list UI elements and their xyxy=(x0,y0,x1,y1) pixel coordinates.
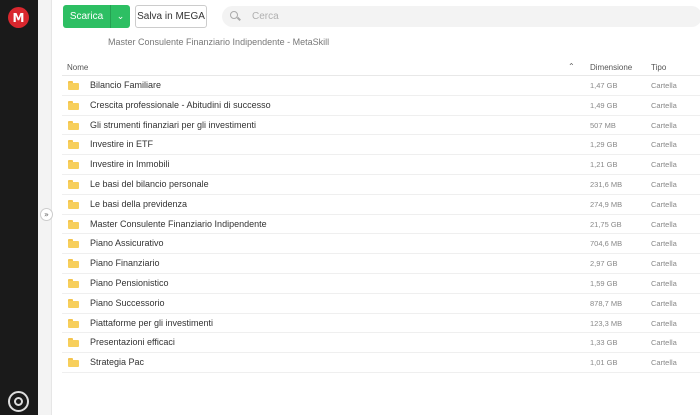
table-row[interactable]: Presentazioni efficaci 1,33 GB Cartella xyxy=(62,333,700,354)
transfer-manager-icon[interactable] xyxy=(8,391,29,412)
file-name: Piattaforme per gli investimenti xyxy=(90,317,214,328)
search-input[interactable]: Cerca xyxy=(222,6,700,27)
file-type: Cartella xyxy=(651,358,677,368)
file-type: Cartella xyxy=(651,179,677,189)
table-row[interactable]: Piano Assicurativo 704,6 MB Cartella xyxy=(62,234,700,255)
file-name: Strategia Pac xyxy=(90,357,145,368)
file-size: 1,47 GB xyxy=(590,81,618,90)
file-type: Cartella xyxy=(651,318,677,328)
save-to-mega-button[interactable]: Salva in MEGA xyxy=(135,5,207,28)
search-icon xyxy=(230,11,241,22)
table-row[interactable]: Master Consulente Finanziario Indipenden… xyxy=(62,215,700,235)
file-name: Piano Pensionistico xyxy=(90,277,169,288)
expand-panel-icon[interactable]: » xyxy=(40,208,53,221)
folder-icon xyxy=(68,358,79,368)
sort-asc-icon[interactable]: ⌃ xyxy=(568,62,575,71)
download-button-label[interactable]: Scarica xyxy=(63,5,110,28)
column-header-size[interactable]: Dimensione xyxy=(590,63,632,72)
table-row[interactable]: Crescita professionale - Abitudini di su… xyxy=(62,96,700,116)
file-size: 704,6 MB xyxy=(590,239,623,249)
folder-icon xyxy=(68,239,79,249)
top-toolbar: Scarica ⌄ Salva in MEGA Cerca xyxy=(52,0,700,35)
table-row[interactable]: Investire in Immobili 1,21 GB Cartella xyxy=(62,155,700,175)
file-name: Investire in ETF xyxy=(90,139,154,150)
folder-icon xyxy=(68,179,79,189)
folder-icon xyxy=(68,81,79,90)
file-type: Cartella xyxy=(651,160,677,170)
file-name: Master Consulente Finanziario Indipenden… xyxy=(90,218,267,229)
file-size: 21,75 GB xyxy=(590,219,622,229)
file-type: Cartella xyxy=(651,81,677,90)
table-row[interactable]: Strategia Pac 1,01 GB Cartella xyxy=(62,353,700,373)
file-type: Cartella xyxy=(651,140,677,150)
folder-icon xyxy=(68,120,79,130)
file-type: Cartella xyxy=(651,199,677,209)
file-size: 123,3 MB xyxy=(590,318,623,328)
file-type: Cartella xyxy=(651,219,677,229)
file-name: Presentazioni efficaci xyxy=(90,337,175,348)
folder-icon xyxy=(68,259,79,269)
folder-icon xyxy=(68,338,79,348)
left-rail: M xyxy=(0,0,38,415)
transfer-manager-inner xyxy=(14,397,23,406)
table-row[interactable]: Le basi della previdenza 274,9 MB Cartella xyxy=(62,195,700,215)
table-row[interactable]: Piano Successorio 878,7 MB Cartella xyxy=(62,294,700,314)
table-row[interactable]: Gli strumenti finanziari per gli investi… xyxy=(62,116,700,136)
table-row[interactable]: Investire in ETF 1,29 GB Cartella xyxy=(62,135,700,156)
table-row[interactable]: Piano Finanziario 2,97 GB Cartella xyxy=(62,254,700,274)
file-size: 1,33 GB xyxy=(590,338,618,348)
file-size: 507 MB xyxy=(590,120,616,130)
file-type: Cartella xyxy=(651,278,677,288)
folder-icon xyxy=(68,298,79,308)
folder-icon xyxy=(68,219,79,229)
file-name: Piano Successorio xyxy=(90,297,165,308)
file-name: Crescita professionale - Abitudini di su… xyxy=(90,99,271,110)
file-size: 2,97 GB xyxy=(590,259,618,269)
folder-icon xyxy=(68,318,79,328)
file-type: Cartella xyxy=(651,338,677,348)
file-type: Cartella xyxy=(651,120,677,130)
column-header-name[interactable]: Nome xyxy=(67,63,88,72)
file-size: 1,29 GB xyxy=(590,140,618,150)
file-type: Cartella xyxy=(651,100,677,110)
folder-icon xyxy=(68,199,79,209)
table-row[interactable]: Piano Pensionistico 1,59 GB Cartella xyxy=(62,274,700,294)
file-type: Cartella xyxy=(651,239,677,249)
table-header: Nome ⌃ Dimensione Tipo xyxy=(62,59,700,76)
file-size: 274,9 MB xyxy=(590,199,623,209)
file-size: 1,49 GB xyxy=(590,100,618,110)
table-body: Bilancio Familiare 1,47 GB Cartella Crescit… xyxy=(62,76,700,373)
file-size: 1,21 GB xyxy=(590,160,618,170)
file-size: 1,01 GB xyxy=(590,358,618,368)
file-name: Bilancio Familiare xyxy=(90,80,162,90)
search-placeholder: Cerca xyxy=(252,11,279,22)
folder-icon xyxy=(68,160,79,170)
file-table: Nome ⌃ Dimensione Tipo Bilancio Familiar… xyxy=(62,59,700,373)
column-header-type[interactable]: Tipo xyxy=(651,63,666,72)
file-size: 1,59 GB xyxy=(590,278,618,288)
download-button[interactable]: Scarica ⌄ xyxy=(63,5,130,28)
table-row[interactable]: Bilancio Familiare 1,47 GB Cartella xyxy=(62,76,700,96)
folder-icon xyxy=(68,140,79,150)
file-name: Investire in Immobili xyxy=(90,159,170,170)
mega-logo-icon[interactable]: M xyxy=(8,7,29,28)
chevron-down-icon[interactable]: ⌄ xyxy=(110,5,130,28)
file-size: 878,7 MB xyxy=(590,298,623,308)
file-name: Le basi del bilancio personale xyxy=(90,178,209,189)
file-name: Piano Assicurativo xyxy=(90,238,164,249)
table-row[interactable]: Le basi del bilancio personale 231,6 MB Ca… xyxy=(62,175,700,195)
file-type: Cartella xyxy=(651,298,677,308)
file-name: Piano Finanziario xyxy=(90,258,160,269)
file-name: Gli strumenti finanziari per gli investi… xyxy=(90,119,257,130)
folder-icon xyxy=(68,100,79,110)
file-size: 231,6 MB xyxy=(590,179,623,189)
file-name: Le basi della previdenza xyxy=(90,198,188,209)
mega-app: M » Scarica ⌄ Salva in MEGA Cerca Master… xyxy=(0,0,700,415)
breadcrumb[interactable]: Master Consulente Finanziario Indipenden… xyxy=(108,37,329,47)
table-row[interactable]: Piattaforme per gli investimenti 123,3 MB… xyxy=(62,314,700,334)
folder-icon xyxy=(68,278,79,288)
file-type: Cartella xyxy=(651,259,677,269)
